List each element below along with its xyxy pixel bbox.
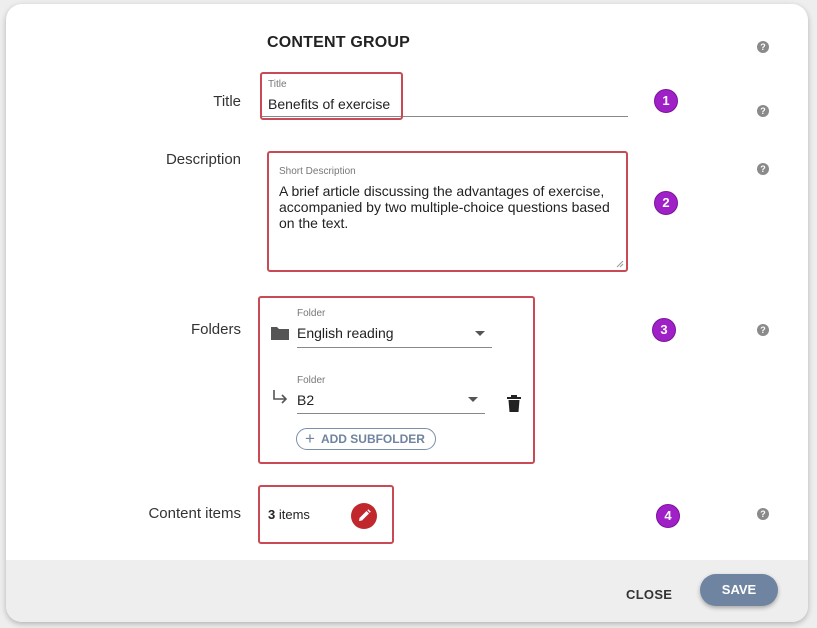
subdirectory-arrow-icon bbox=[273, 390, 288, 404]
content-items-row-label: Content items bbox=[148, 505, 241, 522]
folder-icon bbox=[271, 327, 289, 340]
dialog-footer: CLOSE SAVE bbox=[6, 560, 808, 622]
edit-content-items-button[interactable] bbox=[351, 503, 377, 529]
add-subfolder-button[interactable]: + ADD SUBFOLDER bbox=[296, 428, 436, 450]
description-row-label: Description bbox=[165, 151, 241, 168]
content-items-suffix: items bbox=[278, 507, 310, 522]
dropdown-caret-icon[interactable] bbox=[475, 331, 485, 336]
trash-icon[interactable] bbox=[507, 395, 521, 412]
help-icon[interactable]: ? bbox=[757, 105, 769, 117]
title-input[interactable]: Benefits of exercise bbox=[268, 96, 390, 112]
save-button[interactable]: SAVE bbox=[700, 574, 778, 606]
title-row-label: Title bbox=[213, 93, 241, 110]
add-subfolder-label: ADD SUBFOLDER bbox=[320, 432, 425, 446]
resize-handle-icon[interactable] bbox=[616, 260, 624, 268]
folders-row-label: Folders bbox=[190, 321, 241, 338]
folders-panel: Folder English reading Folder B2 + ADD SU… bbox=[258, 296, 535, 464]
content-items-count-text: 3 items bbox=[268, 507, 310, 522]
close-button[interactable]: CLOSE bbox=[626, 587, 672, 602]
folder-select-value[interactable]: English reading bbox=[297, 325, 394, 341]
help-icon[interactable]: ? bbox=[757, 324, 769, 336]
description-text[interactable]: A brief article discussing the advantage… bbox=[279, 183, 619, 231]
dropdown-caret-icon[interactable] bbox=[468, 397, 478, 402]
step-badge-3: 3 bbox=[652, 318, 676, 342]
content-items-panel: 3 items bbox=[258, 485, 394, 544]
folder-field-label: Folder bbox=[297, 308, 326, 319]
description-field-label: Short Description bbox=[279, 166, 356, 177]
subfolder-select-underline bbox=[297, 413, 485, 414]
subfolder-field-label: Folder bbox=[297, 375, 326, 386]
help-icon[interactable]: ? bbox=[757, 163, 769, 175]
help-icon[interactable]: ? bbox=[757, 508, 769, 520]
step-badge-4: 4 bbox=[656, 504, 680, 528]
title-field-label: Title bbox=[268, 79, 287, 90]
pencil-icon bbox=[359, 509, 371, 521]
title-field[interactable]: Title Benefits of exercise bbox=[260, 72, 403, 120]
step-badge-1: 1 bbox=[654, 89, 678, 113]
help-icon[interactable]: ? bbox=[757, 41, 769, 53]
content-group-dialog: CONTENT GROUP ? Title Title Benefits of … bbox=[6, 4, 808, 622]
subfolder-select-value[interactable]: B2 bbox=[297, 392, 314, 408]
description-textarea[interactable]: Short Description A brief article discus… bbox=[267, 151, 628, 272]
content-items-count: 3 bbox=[268, 507, 276, 522]
plus-icon: + bbox=[305, 429, 315, 448]
step-badge-2: 2 bbox=[654, 191, 678, 215]
folder-select-underline bbox=[297, 347, 492, 348]
dialog-heading: CONTENT GROUP bbox=[267, 34, 411, 51]
